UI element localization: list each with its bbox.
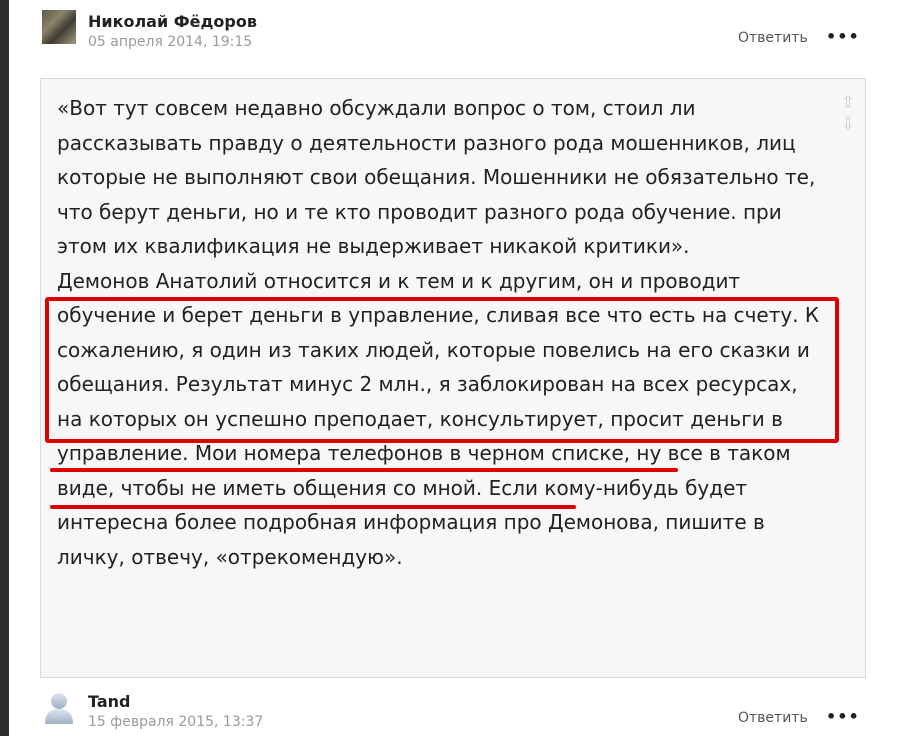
- comment-header: Николай Фёдоров 05 апреля 2014, 19:15 От…: [40, 10, 870, 60]
- reply-button[interactable]: Ответить: [738, 710, 808, 726]
- vote-controls: ⇧ ⇩: [841, 91, 855, 135]
- avatar[interactable]: [42, 10, 76, 44]
- reply-button[interactable]: Ответить: [738, 30, 808, 46]
- author-name[interactable]: Tand: [88, 692, 131, 711]
- highlight-underline: [50, 468, 678, 472]
- comment-date: 15 февраля 2015, 13:37: [88, 714, 264, 730]
- window-edge: [0, 0, 9, 736]
- more-options-icon[interactable]: •••: [826, 709, 860, 725]
- comment-date: 05 апреля 2014, 19:15: [88, 34, 253, 50]
- arrow-up-icon[interactable]: ⇧: [841, 91, 855, 113]
- arrow-down-icon[interactable]: ⇩: [841, 113, 855, 135]
- comment-paragraph: «Вот тут совсем недавно обсуждали вопрос…: [57, 96, 816, 258]
- comment-header: Tand 15 февраля 2015, 13:37 Ответить •••: [40, 690, 870, 740]
- author-name[interactable]: Николай Фёдоров: [88, 12, 257, 31]
- highlight-box: [45, 297, 839, 443]
- default-avatar-icon[interactable]: [42, 690, 76, 724]
- highlight-underline: [50, 505, 576, 509]
- more-options-icon[interactable]: •••: [826, 29, 860, 45]
